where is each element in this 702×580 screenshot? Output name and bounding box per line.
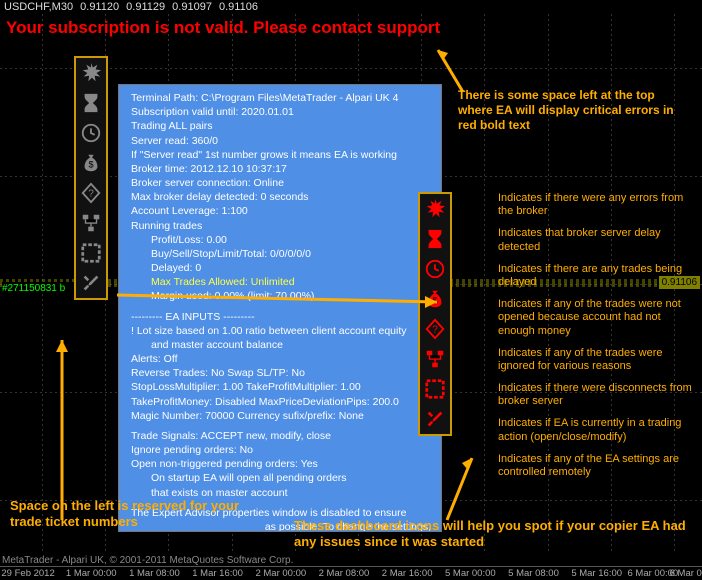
xtick: 1 Mar 00:00 bbox=[66, 568, 117, 579]
hourglass-icon bbox=[79, 91, 103, 115]
info-pairs: Trading ALL pairs bbox=[131, 119, 431, 133]
info-sep: --------- EA INPUTS --------- bbox=[131, 310, 431, 324]
legend-item: Indicates that broker server delay detec… bbox=[498, 227, 694, 253]
info-pl: Profit/Loss: 0.00 bbox=[151, 233, 431, 247]
dashboard-panel-left: $ ? bbox=[74, 56, 108, 300]
diamond-icon: ? bbox=[423, 317, 447, 341]
info-sig: Trade Signals: ACCEPT new, modify, close bbox=[131, 429, 431, 443]
info-alerts: Alerts: Off bbox=[131, 352, 431, 366]
legend-item: Indicates if any of the EA settings are … bbox=[498, 453, 694, 479]
chart-window: USDCHF,M30 0.91120 0.91129 0.91097 0.911… bbox=[0, 0, 702, 580]
burst-icon bbox=[79, 61, 103, 85]
network-icon bbox=[423, 347, 447, 371]
info-running: Running trades bbox=[131, 219, 431, 233]
xtick: 5 Mar 00:00 bbox=[445, 568, 496, 579]
legend-item: Indicates if any of the trades were not … bbox=[498, 298, 694, 338]
moneybag-icon: $ bbox=[79, 151, 103, 175]
legend-item: Indicates if any of the trades were igno… bbox=[498, 347, 694, 373]
burst-icon bbox=[423, 197, 447, 221]
info-lot2: and master account balance bbox=[151, 338, 431, 352]
info-delay: Max broker delay detected: 0 seconds bbox=[131, 190, 431, 204]
info-tpm: TakeProfitMoney: Disabled MaxPriceDeviat… bbox=[131, 395, 431, 409]
legend-list: Indicates if there were any errors from … bbox=[498, 192, 694, 488]
clock-icon bbox=[79, 121, 103, 145]
info-termpath: Terminal Path: C:\Program Files\MetaTrad… bbox=[131, 91, 431, 105]
square-icon bbox=[79, 241, 103, 265]
clock-icon bbox=[423, 257, 447, 281]
xtick: 5 Mar 16:00 bbox=[571, 568, 622, 579]
moneybag-icon: $ bbox=[423, 287, 447, 311]
legend-item: Indicates if there are any trades being … bbox=[498, 263, 694, 289]
info-maxtrades: Max Trades Allowed: Unlimited bbox=[151, 275, 431, 289]
svg-text:?: ? bbox=[88, 189, 94, 200]
ea-info-panel: Terminal Path: C:\Program Files\MetaTrad… bbox=[118, 84, 442, 532]
square-icon bbox=[423, 377, 447, 401]
info-conn: Broker server connection: Online bbox=[131, 176, 431, 190]
legend-bottom-left: Space on the left is reserved for your t… bbox=[10, 498, 260, 531]
info-srvhint: If "Server read" 1st number grows it mea… bbox=[131, 148, 431, 162]
tools-icon bbox=[423, 407, 447, 431]
info-lev: Account Leverage: 1:100 bbox=[131, 204, 431, 218]
dashboard-panel-right: $ ? bbox=[418, 192, 452, 436]
info-brokertime: Broker time: 2012.12.10 10:37:17 bbox=[131, 162, 431, 176]
xtick: 5 Mar 08:00 bbox=[508, 568, 559, 579]
legend-item: Indicates if there were any errors from … bbox=[498, 192, 694, 218]
info-ign: Ignore pending orders: No bbox=[131, 443, 431, 457]
info-sub: Subscription valid until: 2020.01.01 bbox=[131, 105, 431, 119]
xtick: 2 Mar 16:00 bbox=[382, 568, 433, 579]
trade-ticket-number: #271150831 b bbox=[2, 282, 74, 294]
svg-text:?: ? bbox=[432, 325, 438, 336]
info-rev: Reverse Trades: No Swap SL/TP: No bbox=[131, 366, 431, 380]
info-slm: StopLossMultiplier: 1.00 TakeProfitMulti… bbox=[131, 380, 431, 394]
xtick: 1 Mar 08:00 bbox=[129, 568, 180, 579]
xtick: 2 Mar 00:00 bbox=[255, 568, 306, 579]
xtick: 29 Feb 2012 bbox=[1, 568, 54, 579]
xtick: 6 Mar 01:00 bbox=[670, 568, 702, 579]
info-magic: Magic Number: 70000 Currency sufix/prefi… bbox=[131, 409, 431, 423]
error-banner: Your subscription is not valid. Please c… bbox=[6, 18, 440, 38]
network-icon bbox=[79, 211, 103, 235]
chart-x-axis: 29 Feb 2012 1 Mar 00:00 1 Mar 08:00 1 Ma… bbox=[0, 566, 702, 580]
info-open: Open non-triggered pending orders: Yes bbox=[131, 457, 431, 471]
info-margin: Margin used: 0.00% (limit: 70.00%) bbox=[151, 289, 431, 303]
info-open2: On startup EA will open all pending orde… bbox=[151, 471, 431, 485]
info-srvread: Server read: 360/0 bbox=[131, 134, 431, 148]
legend-bottom-right: These dashboard icons will help you spot… bbox=[294, 518, 694, 551]
info-bs: Buy/Sell/Stop/Limit/Total: 0/0/0/0/0 bbox=[151, 247, 431, 261]
legend-item: Indicates if EA is currently in a tradin… bbox=[498, 417, 694, 443]
legend-top: There is some space left at the top wher… bbox=[458, 88, 692, 133]
info-lot1: ! Lot size based on 1.00 ratio between c… bbox=[131, 324, 431, 338]
diamond-icon: ? bbox=[79, 181, 103, 205]
copyright: MetaTrader - Alpari UK, © 2001-2011 Meta… bbox=[2, 555, 293, 566]
svg-text:$: $ bbox=[432, 296, 437, 306]
xtick: 1 Mar 16:00 bbox=[192, 568, 243, 579]
hourglass-icon bbox=[423, 227, 447, 251]
legend-item: Indicates if there were disconnects from… bbox=[498, 382, 694, 408]
svg-text:$: $ bbox=[88, 160, 93, 170]
tools-icon bbox=[79, 271, 103, 295]
chart-title: USDCHF,M30 0.91120 0.91129 0.91097 0.911… bbox=[4, 1, 262, 13]
xtick: 2 Mar 08:00 bbox=[319, 568, 370, 579]
info-delayed: Delayed: 0 bbox=[151, 261, 431, 275]
